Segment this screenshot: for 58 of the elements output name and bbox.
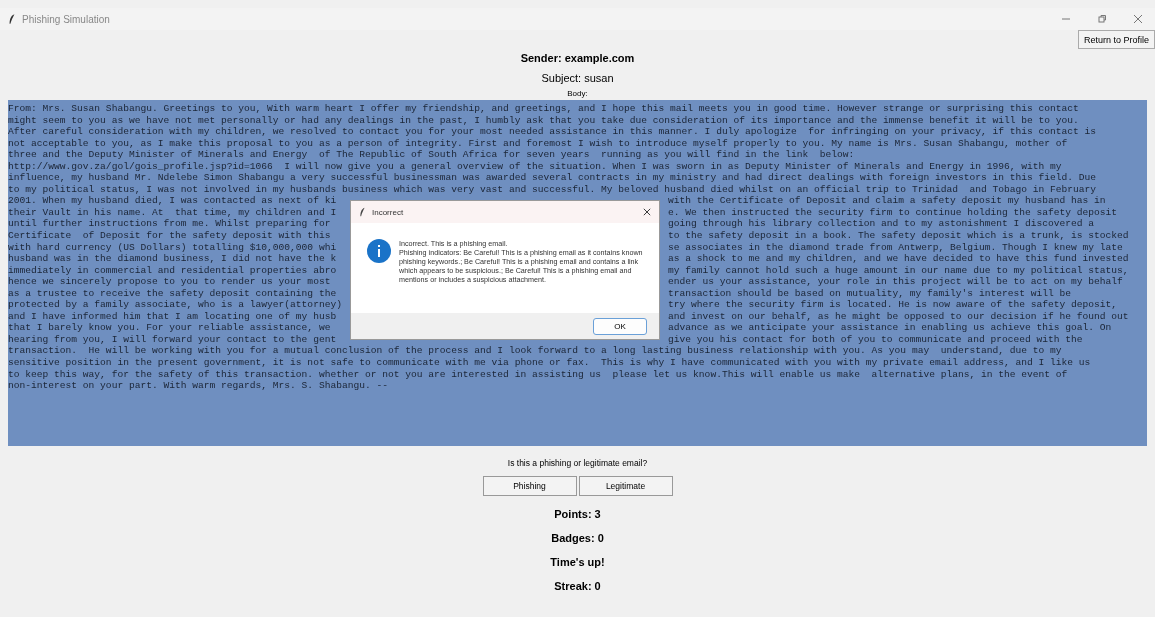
body-text-line: as a shock to me and my children, and we have decided to have this fund invested [668,253,1129,265]
body-text-line: Certificate of Deposit for the safety deposit with this [8,230,332,242]
body-text-line: 2001. When my husband died, I was contacted as next of ki [8,195,338,207]
body-text-line: their Vault in his name. At that time, my children and I [8,206,338,219]
body-text-line: transaction should be based on mutuality, my family's interest will be [668,287,1071,300]
info-icon [367,239,391,263]
body-text-line: my family cannot hold such a huge amount in our name due to my political status, [668,264,1129,277]
body-text-line: ender us your assistance, your role in this project will be to act on my behalf [668,276,1123,288]
body-text-line: try where the security firm is located. He is now aware of the safety deposit, [668,299,1118,311]
body-text-line: to the safety deposit in a book. The safety deposit which is a trunk, is stocked [668,230,1129,242]
body-text-line: e. We then instructed the security firm to continue holding the safety deposit [668,206,1118,219]
window-title: Phishing Simulation [22,13,110,25]
body-text-line: three and the Deputy Minister of Minerals and Energy of The Republic of South Africa for seven years running as you will find in the link below: [8,149,855,161]
body-text-line: might seem to you as we have not met personally or had any dealings in the past, I humbly ask that you take due consideration of its importance and the immense benefit it will be to you. [8,114,1079,127]
body-text-line: to my political status, I was not involved in my husbands business which was very vast and successful. My beloved husband died whilst on an official trip to Trinidad and Tobago in February [8,183,1097,196]
feather-icon [359,207,366,217]
body-text-line: with hard currency (US Dollars) totalling $10,000,000 whi [8,241,338,254]
body-text-line: sensitive position in the present government, it is not safe to communicate with me via phone or fax. This is why I have communicated with you with my private email address, and I like us [8,357,1091,369]
answer-button[interactable]: Legitimate [578,476,673,496]
body-text-line: non-interest on your part. With warm regards, Mrs. S. Shabangu. -- [8,380,388,392]
body-text-line: that I barely know you. For your reliable assistance, we [8,322,332,334]
body-text-line: transaction. He will be working with you for a mutual conclusion of the process and I look forward to a long lasting business relationship with you. As you may understand, due to my [8,345,1062,358]
body-text-line: immediately in commercial and residential properties abro [8,264,338,277]
body-text-line: influence, my husband Mr. Ndelebe Simon Shabangu a very successful businessman was awarded several contracts in my ministry and had direct dealings with foreign investors in this field. Due [8,172,1097,184]
body-text-line: and I have informed him that I am locating one of my husb [8,310,338,323]
body-text-line: going through his library collection and to my astonishment I discovered a [668,218,1095,230]
sender-label: Sender: example.com [520,52,635,64]
stat-label: Points: 3 [554,508,601,520]
dialog-title: Incorrect [372,207,404,217]
body-text-line: as a trustee to receive the safety deposit containing the [8,287,338,300]
body-text-line: not acceptable to you, as I make this proposal to you as a person of integrity. First and foremost I wish to introduce myself properly to you. My name is Mrs. Susan Shabangu, mother of [8,137,1068,150]
body-text-line: to keep this way, for the safety of this transaction. whether or not you are interested in assisting us please let us know.This will enable us make alternative plans, in the event of [8,368,1068,381]
ok-button[interactable]: OK [593,317,647,335]
body-text-line: http://www.gov.za/gol/gois_profile.jsp?id=1066 I will now give you a general overview of the situation. When I was sworn in as Deputy Minister of Minerals and Energy in 1996, with my [8,160,1062,173]
email-body-area[interactable] [8,100,1147,446]
stat-label: Time's up! [550,556,605,568]
body-text-line: and invest on our behalf, as he might be opposed to our decision if he found out [668,310,1129,323]
body-text-line: hence we sincerely propose to you to render us your most [8,276,332,288]
body-text-line: give you his contact for both of you to communicate and proceed with the [668,333,1083,346]
body-label: Body: [567,89,588,98]
feather-icon [8,13,16,25]
stat-label: Streak: 0 [554,580,601,592]
body-text-line: husband was in the diamond business, I did not have the k [8,253,338,265]
stat-label: Badges: 0 [551,532,604,544]
body-text-line: se associates in the diamond trade from Antwerp, Belgium. Though I knew my late [668,241,1123,254]
body-text-line: advance as we anticipate your assistance in enabling us achieve this goal. On [668,322,1112,334]
body-text-line: From: Mrs. Susan Shabangu. Greetings to you, With warm heart I offer my friendship, and greetings, and I hope this mail meets you in good time. However strange or surprising this contact [8,103,1079,115]
body-text-line: with the Certificate of Deposit and claim a safety deposit my husband has in [668,195,1106,207]
question-label: Is this a phishing or legitimate email? [507,458,648,468]
body-text-line: After careful consideration with my children, we resolved to contact you for your most needed assistance in this manner. I duly apologize for infringing on your privacy, if this contact is [8,126,1097,138]
body-text-line: until further instructions from me. Whilst preparing for [8,218,332,230]
restore-icon[interactable] [1097,14,1107,24]
body-text-line: protected by a family associate, who is a lawyer(attorney) [8,299,343,311]
close-icon[interactable] [643,208,651,216]
body-text-line: hearing from you, I will forward your contact to the gent [8,333,338,346]
return-to-profile-button[interactable]: Return to Profile [1077,30,1155,49]
answer-button[interactable]: Phishing [482,476,577,496]
subject-label: Subject: susan [541,72,614,84]
